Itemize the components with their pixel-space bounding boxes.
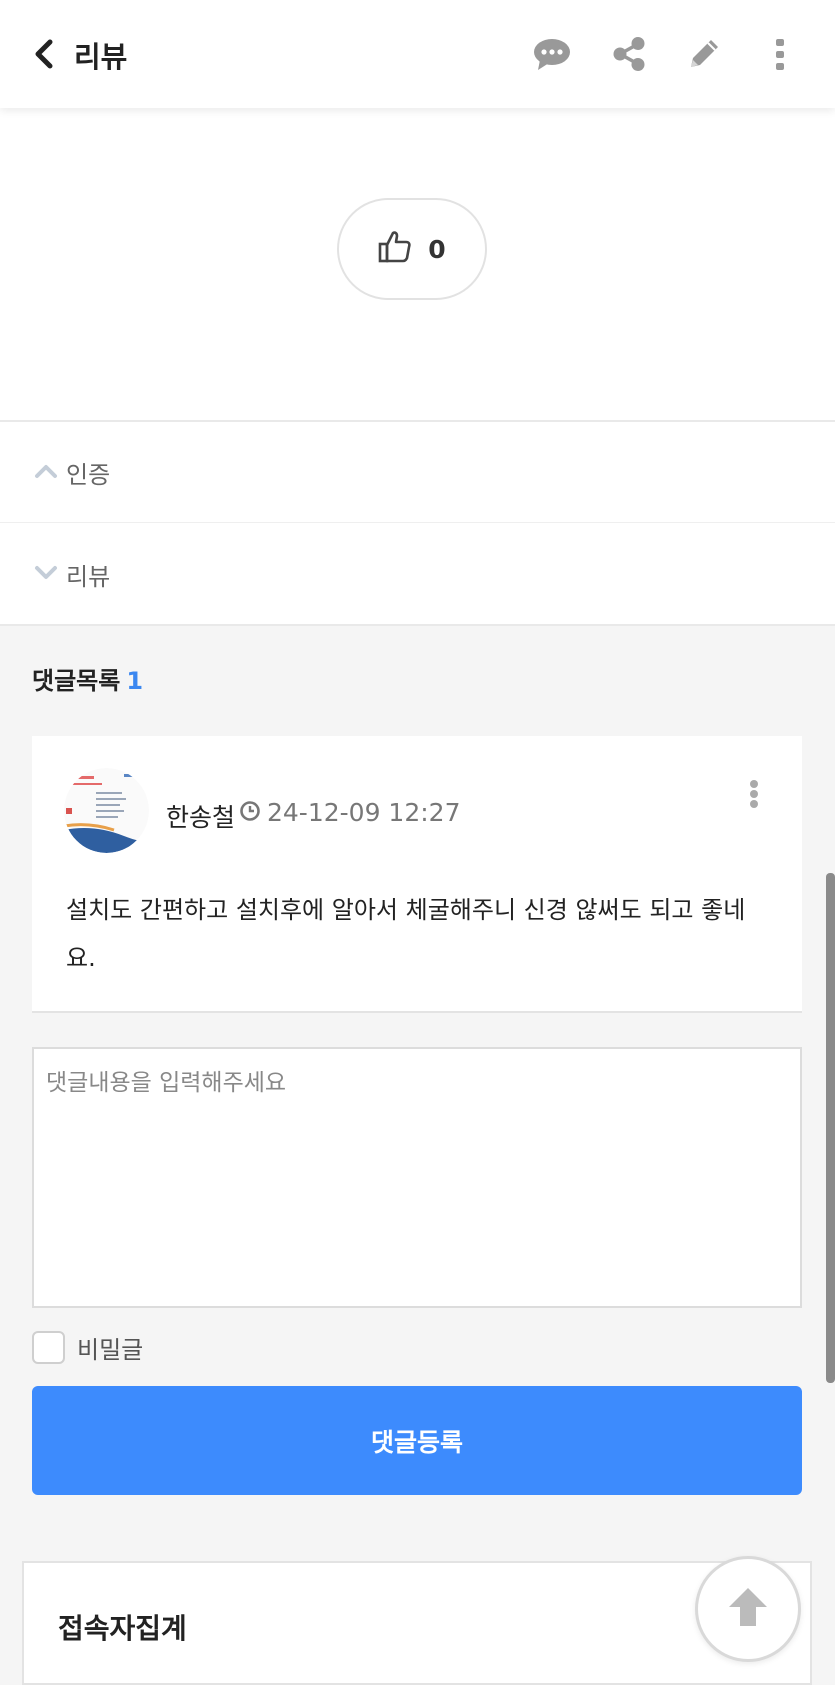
visitor-stats-panel: 접속자집계 (22, 1561, 812, 1685)
submit-comment-button[interactable]: 댓글등록 (32, 1386, 802, 1495)
comment-author: 한송철 (166, 803, 236, 832)
share-icon[interactable] (609, 34, 649, 74)
section-divider (0, 420, 835, 422)
chevron-up-icon (34, 463, 58, 483)
section-divider (0, 522, 835, 523)
visitor-stats-title: 접속자집계 (58, 1612, 187, 1645)
post-content-area: 0 인증 리뷰 (0, 108, 835, 625)
secret-checkbox-row[interactable]: 비밀글 (32, 1330, 143, 1365)
secret-label: 비밀글 (77, 1336, 144, 1364)
comments-title: 댓글목록 (32, 667, 121, 695)
accordion-label: 리뷰 (66, 563, 111, 591)
comment-item: 한송철 24-12-09 12:27 설치도 간편하고 설치후에 알아서 체굴해… (32, 736, 802, 1013)
back-arrow-icon[interactable] (30, 36, 60, 72)
arrow-up-icon (725, 1584, 771, 1634)
chevron-down-icon (34, 565, 58, 585)
comment-more-icon[interactable] (744, 776, 764, 816)
edit-pencil-icon[interactable] (684, 34, 724, 74)
page-title: 리뷰 (74, 40, 128, 74)
more-vertical-icon[interactable] (760, 34, 800, 74)
accordion-label: 인증 (66, 461, 111, 489)
avatar (64, 768, 149, 853)
comment-body: 설치도 간편하고 설치후에 알아서 체굴해주니 신경 않써도 되고 좋네요. (66, 896, 746, 972)
top-app-bar: 리뷰 (0, 0, 835, 108)
like-button[interactable]: 0 (337, 198, 487, 300)
secret-checkbox[interactable] (32, 1331, 65, 1364)
accordion-item-review[interactable]: 리뷰 (34, 557, 110, 592)
accordion-item-auth[interactable]: 인증 (34, 455, 110, 490)
section-divider (0, 624, 835, 626)
comment-meta: 24-12-09 12:27 (239, 798, 460, 827)
scroll-to-top-button[interactable] (695, 1556, 801, 1662)
scrollbar[interactable] (826, 873, 835, 1383)
clock-icon (239, 800, 261, 826)
comment-input[interactable] (32, 1047, 802, 1308)
comments-count: 1 (126, 667, 144, 695)
comments-heading: 댓글목록 1 (32, 661, 143, 696)
thumbs-up-icon (378, 230, 412, 268)
like-count: 0 (428, 234, 446, 264)
comment-icon[interactable] (532, 34, 572, 74)
comment-date: 24-12-09 12:27 (267, 798, 461, 827)
